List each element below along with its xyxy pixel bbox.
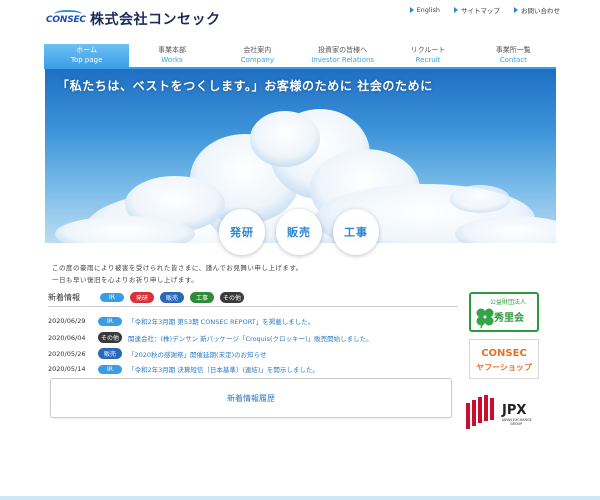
english-link[interactable]: English <box>409 5 440 15</box>
logo-word: CONSEC <box>46 15 86 25</box>
filter-hakken[interactable]: 発研 <box>130 292 154 303</box>
button-hanbai-label: 販売 <box>287 226 311 239</box>
news-tag: IR <box>98 364 122 374</box>
nav-label-ja: 事業所一覧 <box>495 46 531 54</box>
hero-slogan: 「私たちは、ベストをつくします。」お客様のために 社会のために <box>57 79 433 93</box>
news-header: 新着情報 IR 発研 販売 工事 その他 <box>48 292 244 303</box>
news-item: 2020/06/29 IR 「令和2年3月期 第53期 CONSEC REPOR… <box>48 316 314 326</box>
jpx-name: JPX <box>501 403 526 418</box>
shop-line1: CONSEC <box>481 348 527 359</box>
nav-label-en: Works <box>161 56 183 64</box>
nav-label-en: Investor Relations <box>311 56 375 64</box>
nav-label-ja: ホーム <box>76 46 98 54</box>
nav-item-recruit[interactable]: リクルート Recruit <box>385 44 470 68</box>
button-kouji[interactable]: 工事 <box>333 209 379 255</box>
nav-item-home[interactable]: ホーム Top page <box>44 44 130 68</box>
filter-ir[interactable]: IR <box>100 293 124 302</box>
news-history-button[interactable]: 新着情報履歴 <box>50 378 452 418</box>
nav-label-ja: 投資家の皆様へ <box>318 46 368 54</box>
jpx-sub2: GROUP <box>510 422 522 426</box>
notice-line: この度の豪雨により被害を受けられた皆さまに、謹んでお見舞い申し上げます。 <box>52 264 303 272</box>
button-kouji-label: 工事 <box>344 226 368 239</box>
news-date: 2020/06/04 <box>48 333 86 342</box>
news-link[interactable]: 「令和2年3月期 決算短信〔日本基準〕(連結)」を開示しました。 <box>128 364 319 374</box>
shurikai-top-text: 公益財団法人 <box>490 298 526 306</box>
arrow-right-icon <box>454 7 458 13</box>
news-item: 2020/05/26 販売 「2020秋の感謝祭」開催延期(未定)のお知らせ <box>48 348 266 359</box>
news-tag: IR <box>98 316 122 326</box>
shurikai-banner[interactable]: 公益財団法人 秀里会 <box>469 292 539 332</box>
notice-line: 一日も早い復旧を心よりお祈り申し上げます。 <box>52 276 199 284</box>
page: CONSEC 株式会社コンセック English サイトマップ お問い合わせ ホ… <box>0 0 600 500</box>
news-divider <box>48 306 458 307</box>
nav-item-company[interactable]: 会社案内 Company <box>215 44 300 68</box>
news-date: 2020/05/26 <box>48 349 86 358</box>
news-link[interactable]: 「令和2年3月期 第53期 CONSEC REPORT」を掲載しました。 <box>128 316 314 326</box>
filter-hanbai[interactable]: 販売 <box>160 292 184 303</box>
button-hakken[interactable]: 発研 <box>219 209 265 255</box>
global-nav: ホーム Top page 事業本部 Works 会社案内 Company 投資家… <box>44 44 556 68</box>
news-tag: 販売 <box>98 348 122 359</box>
logo-mark: CONSEC <box>46 10 86 28</box>
yahoo-shop-banner[interactable]: CONSEC ヤフーショップ <box>469 339 539 379</box>
button-hanbai[interactable]: 販売 <box>276 209 322 255</box>
news-date: 2020/06/29 <box>48 317 86 325</box>
clover-icon: 公益財団法人 秀里会 <box>476 298 526 329</box>
nav-item-works[interactable]: 事業本部 Works <box>129 44 214 68</box>
nav-label-ja: 事業本部 <box>157 46 186 54</box>
arrow-right-icon <box>514 7 518 13</box>
footer-line <box>0 496 600 500</box>
yahoo-shop-graphic: CONSEC ヤフーショップ <box>476 348 533 372</box>
news-item: 2020/06/04 その他 関連会社：(株)デンサン 新パッケージ「Croqu… <box>48 332 373 343</box>
filter-kouji[interactable]: 工事 <box>190 292 214 303</box>
news-item: 2020/05/14 IR 「令和2年3月期 決算短信〔日本基準〕(連結)」を開… <box>48 364 319 374</box>
jpx-banner[interactable]: JPX JAPAN EXCHANGE GROUP <box>466 395 546 431</box>
news-date: 2020/05/14 <box>48 365 86 373</box>
nav-label-ja: リクルート <box>410 46 446 54</box>
news-tag: その他 <box>98 332 122 343</box>
nav-label-ja: 会社案内 <box>243 46 272 54</box>
news-history-label: 新着情報履歴 <box>227 393 275 403</box>
nav-label-en: Company <box>240 56 274 64</box>
nav-label-en: Contact <box>499 56 527 64</box>
news-title: 新着情報 <box>48 293 80 302</box>
button-hakken-label: 発研 <box>230 226 254 239</box>
jpx-logo: JPX JAPAN EXCHANGE GROUP <box>466 395 532 429</box>
filter-other[interactable]: その他 <box>220 292 244 303</box>
shurikai-name-text: 秀里会 <box>493 311 524 324</box>
arrow-right-icon <box>409 7 414 13</box>
news-link[interactable]: 「2020秋の感謝祭」開催延期(未定)のお知らせ <box>128 349 266 359</box>
nav-item-investor[interactable]: 投資家の皆様へ Investor Relations <box>300 44 385 68</box>
contact-link[interactable]: お問い合わせ <box>514 5 560 15</box>
nav-label-en: Recruit <box>415 56 441 64</box>
utility-links: English サイトマップ お問い合わせ <box>409 5 560 15</box>
news-link[interactable]: 関連会社：(株)デンサン 新パッケージ「Croquis(クロッキー)」販売開始し… <box>128 333 373 343</box>
company-logo[interactable]: CONSEC 株式会社コンセック <box>46 8 221 30</box>
nav-item-contact[interactable]: 事業所一覧 Contact <box>471 44 556 68</box>
company-name: 株式会社コンセック <box>90 12 221 28</box>
shop-line2: ヤフーショップ <box>476 362 533 372</box>
sitemap-link[interactable]: サイトマップ <box>454 5 500 15</box>
disaster-notice: この度の豪雨により被害を受けられた皆さまに、謹んでお見舞い申し上げます。 一日も… <box>52 262 303 286</box>
nav-label-en: Top page <box>70 56 103 64</box>
